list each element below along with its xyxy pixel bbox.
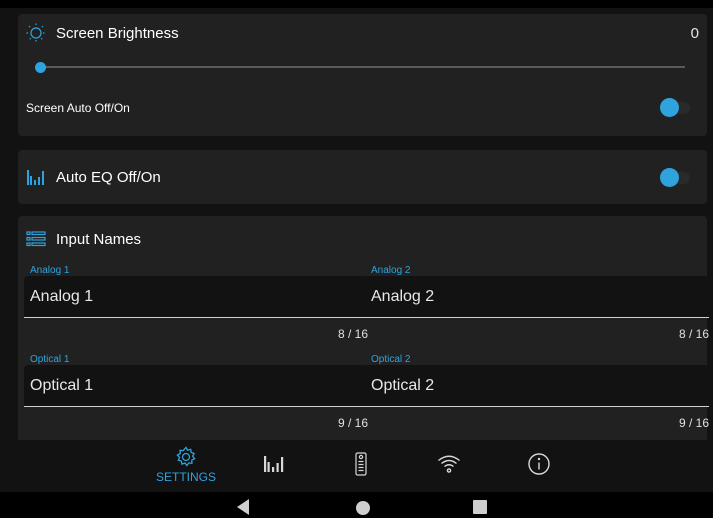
optical1-label: Optical 1 [30, 354, 70, 365]
back-icon[interactable] [236, 498, 250, 516]
brightness-title: Screen Brightness [56, 25, 179, 42]
optical1-input[interactable]: Optical 1 [24, 365, 368, 407]
system-navigation-bar [0, 492, 713, 518]
screen-auto-off-toggle[interactable] [660, 97, 690, 117]
info-icon [528, 453, 550, 475]
sun-icon [26, 23, 46, 43]
analog2-input[interactable]: Analog 2 [365, 276, 709, 318]
analog2-label: Analog 2 [371, 265, 411, 276]
optical2-label: Optical 2 [371, 354, 411, 365]
analog1-value: Analog 1 [30, 288, 94, 305]
wifi-icon [438, 455, 460, 473]
optical1-char-count: 9 / 16 [337, 416, 368, 430]
brightness-slider-thumb[interactable] [35, 62, 46, 73]
status-bar [0, 0, 713, 8]
nav-settings-label: SETTINGS [155, 470, 216, 484]
analog1-char-count: 8 / 16 [337, 327, 368, 341]
optical2-value: Optical 2 [371, 377, 435, 394]
optical2-input[interactable]: Optical 2 [365, 365, 709, 407]
toggle-knob [660, 168, 679, 187]
nav-remote[interactable] [351, 452, 371, 492]
remote-icon [355, 452, 367, 476]
auto-eq-toggle[interactable] [660, 167, 690, 187]
settings-icon [176, 446, 196, 467]
home-icon[interactable] [356, 501, 370, 515]
optical2-char-count: 9 / 16 [678, 416, 709, 430]
toggle-knob [660, 98, 679, 117]
equalizer-icon [27, 170, 44, 185]
analog2-value: Analog 2 [371, 288, 435, 305]
analog2-char-count: 8 / 16 [678, 327, 709, 341]
brightness-card: Screen Brightness 0 Screen Auto Off/On [18, 14, 707, 136]
nav-wifi[interactable] [436, 454, 462, 494]
brightness-slider-track[interactable] [40, 66, 685, 68]
analog1-input[interactable]: Analog 1 [24, 276, 368, 318]
nav-equalizer[interactable] [262, 454, 286, 494]
equalizer-icon [264, 456, 284, 472]
nav-info[interactable] [526, 452, 552, 492]
bottom-navigation: SETTINGS [0, 440, 713, 492]
analog1-label: Analog 1 [30, 265, 70, 276]
optical1-value: Optical 1 [30, 377, 94, 394]
auto-eq-card: Auto EQ Off/On [18, 150, 707, 204]
input-names-title: Input Names [56, 231, 142, 248]
brightness-value: 0 [690, 25, 699, 42]
recents-icon[interactable] [473, 500, 487, 514]
nav-settings[interactable]: SETTINGS [152, 446, 220, 486]
screen-auto-off-label: Screen Auto Off/On [26, 101, 130, 115]
auto-eq-title: Auto EQ Off/On [56, 169, 161, 186]
list-icon [26, 231, 46, 247]
